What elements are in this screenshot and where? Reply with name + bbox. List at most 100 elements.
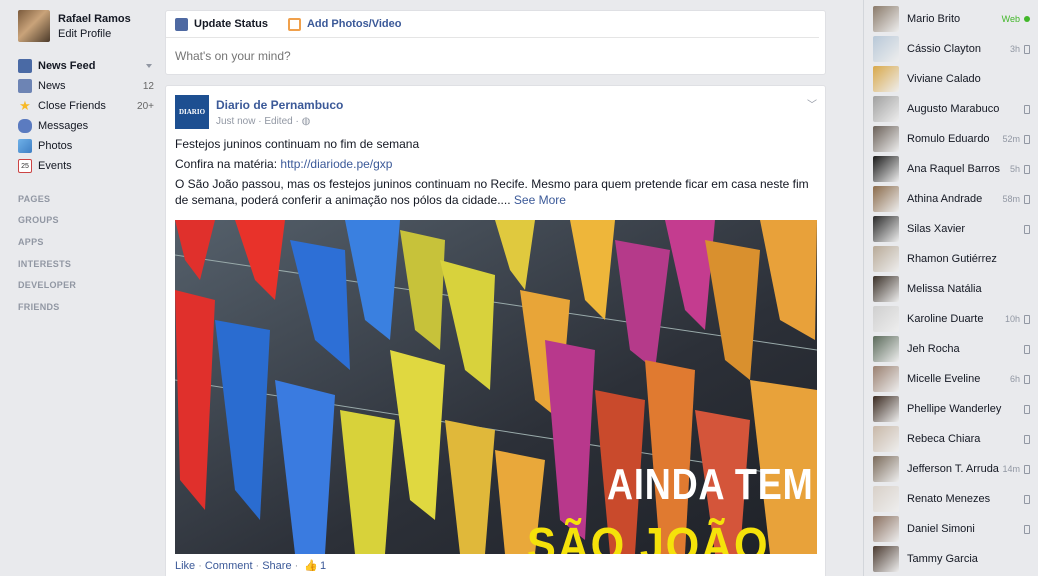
friend-name: Athina Andrade xyxy=(907,193,983,205)
tab-label: Add Photos/Video xyxy=(306,18,402,30)
chat-friend-row[interactable]: Mario Brito Web xyxy=(864,4,1038,34)
chat-friend-row[interactable]: Cássio Clayton 3h xyxy=(864,34,1038,64)
pencil-icon xyxy=(175,17,188,31)
profile-name[interactable]: Rafael Ramos xyxy=(58,13,131,25)
mobile-phone-icon xyxy=(1024,164,1030,174)
chat-sidebar: Mario Brito Web Cássio Clayton 3h Viviane Ca… xyxy=(863,0,1038,576)
nav-news-feed[interactable]: News Feed xyxy=(18,56,154,76)
mobile-phone-icon xyxy=(1024,194,1030,204)
like-count[interactable]: 👍 1 xyxy=(304,559,326,573)
nav-count: 12 xyxy=(142,80,154,92)
post-line-body: O São João passou, mas os festejos junin… xyxy=(175,176,816,208)
post-image[interactable]: AINDA TEM SÃO JOÃO xyxy=(175,220,817,554)
post-line-title: Festejos juninos continuam no fim de sem… xyxy=(175,137,420,151)
nav-events[interactable]: 25 Events xyxy=(18,156,154,176)
separator: · xyxy=(198,559,202,572)
mobile-phone-icon xyxy=(1024,374,1030,384)
chat-friend-row[interactable]: Melissa Natália xyxy=(864,274,1038,304)
chat-friend-row[interactable]: Renato Menezes xyxy=(864,484,1038,514)
composer-tabs: Update Status Add Photos/Video xyxy=(166,11,819,38)
profile-link[interactable]: Rafael Ramos Edit Profile xyxy=(18,10,154,42)
post-timestamp[interactable]: Just now · Edited · xyxy=(216,116,302,127)
friend-avatar xyxy=(873,546,899,572)
nav-label: Close Friends xyxy=(38,100,106,112)
calendar-icon: 25 xyxy=(18,159,32,173)
friend-avatar xyxy=(873,366,899,392)
messages-icon xyxy=(18,119,32,133)
section-friends[interactable]: FRIENDS xyxy=(18,296,154,318)
post-link-prefix: Confira na matéria: xyxy=(175,157,281,171)
article-link[interactable]: http://diariode.pe/gxp xyxy=(280,157,392,171)
profile-avatar[interactable] xyxy=(18,10,50,42)
post-body-text: O São João passou, mas os festejos junin… xyxy=(175,177,809,207)
status-input[interactable] xyxy=(166,38,825,74)
friend-name: Augusto Marabuco xyxy=(907,103,1000,115)
edit-profile-link[interactable]: Edit Profile xyxy=(58,28,131,40)
friend-name: Rebeca Chiara xyxy=(907,433,981,445)
chat-friend-row[interactable]: Phellipe Wanderley xyxy=(864,394,1038,424)
section-pages[interactable]: PAGES xyxy=(18,188,154,210)
globe-icon: ◍ xyxy=(301,116,311,127)
friend-last-active: 10h xyxy=(1004,314,1020,324)
friend-last-active: 58m xyxy=(1002,194,1020,204)
mobile-phone-icon xyxy=(1024,134,1030,144)
friend-avatar xyxy=(873,216,899,242)
nav-news[interactable]: News 12 xyxy=(18,76,154,96)
friend-avatar xyxy=(873,486,899,512)
chat-friend-row[interactable]: Daniel Simoni xyxy=(864,514,1038,544)
section-developer[interactable]: DEVELOPER xyxy=(18,274,154,296)
friend-name: Melissa Natália xyxy=(907,283,982,295)
chevron-down-icon[interactable] xyxy=(146,64,152,68)
post-meta: Just now · Edited · ◍ xyxy=(216,116,343,127)
post-options-chevron-icon[interactable]: ﹀ xyxy=(807,96,817,111)
thumbs-up-icon: 👍 xyxy=(304,560,318,572)
chat-friend-row[interactable]: Augusto Marabuco xyxy=(864,94,1038,124)
chat-friend-row[interactable]: Athina Andrade 58m xyxy=(864,184,1038,214)
mobile-phone-icon xyxy=(1024,314,1030,324)
section-apps[interactable]: APPS xyxy=(18,231,154,253)
tab-update-status[interactable]: Update Status xyxy=(175,17,268,31)
friend-avatar xyxy=(873,66,899,92)
friend-name: Jeh Rocha xyxy=(907,343,960,355)
post-body: Festejos juninos continuam no fim de sem… xyxy=(166,136,825,208)
friend-name: Cássio Clayton xyxy=(907,43,981,55)
chat-friend-row[interactable]: Karoline Duarte 10h xyxy=(864,304,1038,334)
page-logo[interactable]: DIARIO xyxy=(175,95,209,129)
tab-add-photos[interactable]: Add Photos/Video xyxy=(287,17,402,31)
nav-label: News xyxy=(38,80,66,92)
friend-name: Phellipe Wanderley xyxy=(907,403,1002,415)
chat-friend-row[interactable]: Ana Raquel Barros 5h xyxy=(864,154,1038,184)
friend-name: Jefferson T. Arruda xyxy=(907,463,999,475)
nav-photos[interactable]: Photos xyxy=(18,136,154,156)
chat-friend-row[interactable]: Tammy Garcia xyxy=(864,544,1038,574)
friend-last-active: 14m xyxy=(1002,464,1020,474)
nav-close-friends[interactable]: ★ Close Friends 20+ xyxy=(18,96,154,116)
chat-friend-row[interactable]: Micelle Eveline 6h xyxy=(864,364,1038,394)
chat-friend-row[interactable]: Rhamon Gutiérrez xyxy=(864,244,1038,274)
comment-button[interactable]: Comment xyxy=(205,560,253,572)
left-sidebar: Rafael Ramos Edit Profile News Feed News… xyxy=(18,10,154,318)
page-name-link[interactable]: Diario de Pernambuco xyxy=(216,98,343,112)
nav-messages[interactable]: Messages xyxy=(18,116,154,136)
nav-label: Photos xyxy=(38,140,73,152)
chat-friend-row[interactable]: Silas Xavier xyxy=(864,214,1038,244)
chat-friend-row[interactable]: Rebeca Chiara xyxy=(864,424,1038,454)
section-groups[interactable]: GROUPS xyxy=(18,210,154,232)
see-more-link[interactable]: See More xyxy=(514,193,566,207)
online-dot-icon xyxy=(1024,16,1030,22)
friend-avatar xyxy=(873,246,899,272)
nav-label: Events xyxy=(38,160,72,172)
friend-name: Micelle Eveline xyxy=(907,373,981,385)
separator: · xyxy=(255,559,260,572)
chat-friend-row[interactable]: Viviane Calado xyxy=(864,64,1038,94)
separator: · xyxy=(294,559,299,572)
share-button[interactable]: Share xyxy=(262,560,291,572)
chat-friend-row[interactable]: Jefferson T. Arruda 14m xyxy=(864,454,1038,484)
nav-count: 20+ xyxy=(137,100,154,112)
chat-friend-row[interactable]: Jeh Rocha xyxy=(864,334,1038,364)
friend-name: Renato Menezes xyxy=(907,493,991,505)
friend-name: Viviane Calado xyxy=(907,73,981,85)
section-interests[interactable]: INTERESTS xyxy=(18,253,154,275)
chat-friend-row[interactable]: Romulo Eduardo 52m xyxy=(864,124,1038,154)
like-button[interactable]: Like xyxy=(175,560,195,572)
